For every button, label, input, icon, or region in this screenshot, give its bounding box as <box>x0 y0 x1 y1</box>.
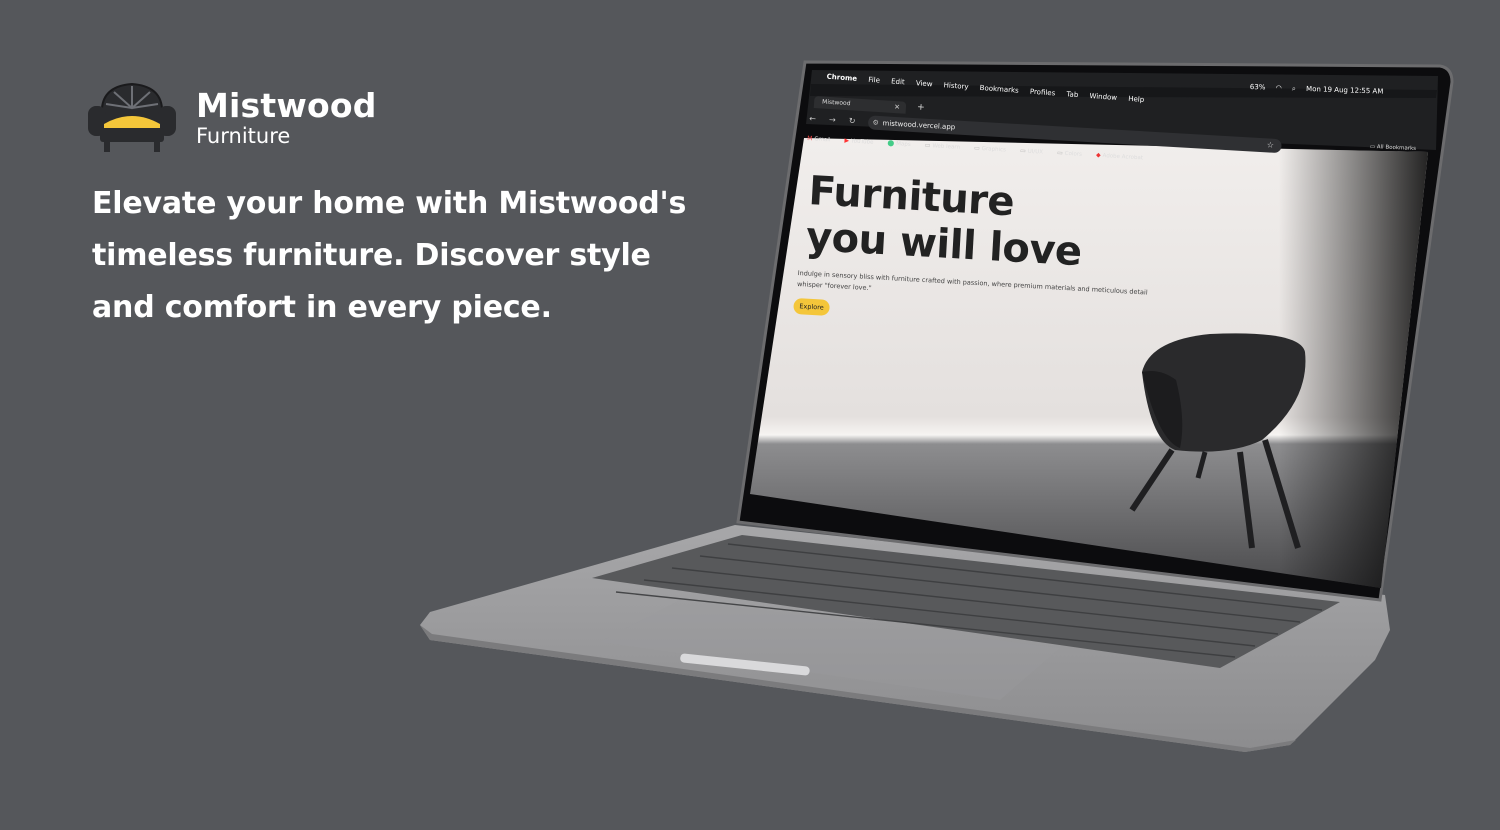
gmail-icon: M <box>807 134 813 143</box>
bookmark-star-icon[interactable]: ☆ <box>1266 138 1274 152</box>
folder-icon: ▭ <box>1056 149 1063 157</box>
menu-bookmarks[interactable]: Bookmarks <box>979 84 1019 95</box>
maps-icon: ⬤ <box>887 139 895 147</box>
search-icon[interactable]: ⌕ <box>1292 84 1296 92</box>
menu-edit[interactable]: Edit <box>891 77 905 86</box>
bookmark-label: UI/UX <box>1027 148 1044 156</box>
bookmark-label: Web learn <box>932 143 961 151</box>
reload-icon[interactable]: ↻ <box>849 116 856 125</box>
menu-view[interactable]: View <box>916 79 933 88</box>
wifi-icon[interactable]: ◠ <box>1276 84 1282 92</box>
menu-chrome[interactable]: Chrome <box>826 73 857 83</box>
menu-window[interactable]: Window <box>1089 92 1117 102</box>
page-headline: Furniture you will love <box>805 168 1086 275</box>
all-bookmarks[interactable]: ▭ All Bookmarks <box>1370 144 1416 152</box>
bookmark-label: Maps <box>896 141 911 148</box>
bookmark-gmail[interactable]: M Gmail <box>807 135 831 143</box>
datetime: Mon 19 Aug 12:55 AM <box>1305 84 1384 96</box>
bookmark-colors[interactable]: ▭ Colors <box>1057 149 1082 157</box>
acrobat-icon: ◆ <box>1095 151 1101 159</box>
laptop-screen: Chrome File Edit View History Bookmarks … <box>0 0 1500 830</box>
folder-icon: ▭ <box>973 144 980 152</box>
bookmark-uiux[interactable]: ▭ UI/UX <box>1020 147 1043 155</box>
menu-history[interactable]: History <box>943 81 968 91</box>
folder-icon: ▭ <box>1019 147 1026 155</box>
bookmark-label: Graphics <box>981 146 1007 154</box>
bookmark-label: YouTube <box>850 138 874 146</box>
back-icon[interactable]: ← <box>809 114 816 123</box>
laptop-mockup: Chrome File Edit View History Bookmarks … <box>0 0 1500 830</box>
menu-file[interactable]: File <box>868 76 880 85</box>
menu-profiles[interactable]: Profiles <box>1030 88 1056 98</box>
all-bookmarks-label: All Bookmarks <box>1376 144 1417 153</box>
apple-icon[interactable] <box>817 72 818 80</box>
bookmark-graphics[interactable]: ▭ Graphics <box>974 145 1006 154</box>
explore-button[interactable]: Explore <box>793 298 830 316</box>
forward-icon[interactable]: → <box>829 115 836 124</box>
bookmark-label: Adobe Acrobat <box>1102 153 1144 162</box>
menubar-status: 63% ◠ ⌕ Mon 19 Aug 12:55 AM <box>1250 83 1392 97</box>
bookmark-maps[interactable]: ⬤ Maps <box>887 140 911 148</box>
bookmark-label: Colors <box>1064 150 1083 158</box>
page-description: Indulge in sensory bliss with furniture … <box>796 268 1148 297</box>
battery-percent: 63% <box>1249 83 1266 92</box>
menu-help[interactable]: Help <box>1128 95 1145 104</box>
bookmark-youtube[interactable]: ▶ YouTube <box>844 137 873 146</box>
bookmark-web-learn[interactable]: ▭ Web learn <box>925 142 961 151</box>
folder-icon: ▭ <box>924 141 931 150</box>
menu-tab[interactable]: Tab <box>1066 90 1078 99</box>
tab-title: Mistwood <box>821 98 851 108</box>
bookmark-adobe-acrobat[interactable]: ◆ Adobe Acrobat <box>1096 152 1143 162</box>
youtube-icon: ▶ <box>844 137 850 145</box>
bookmark-label: Gmail <box>814 136 831 144</box>
